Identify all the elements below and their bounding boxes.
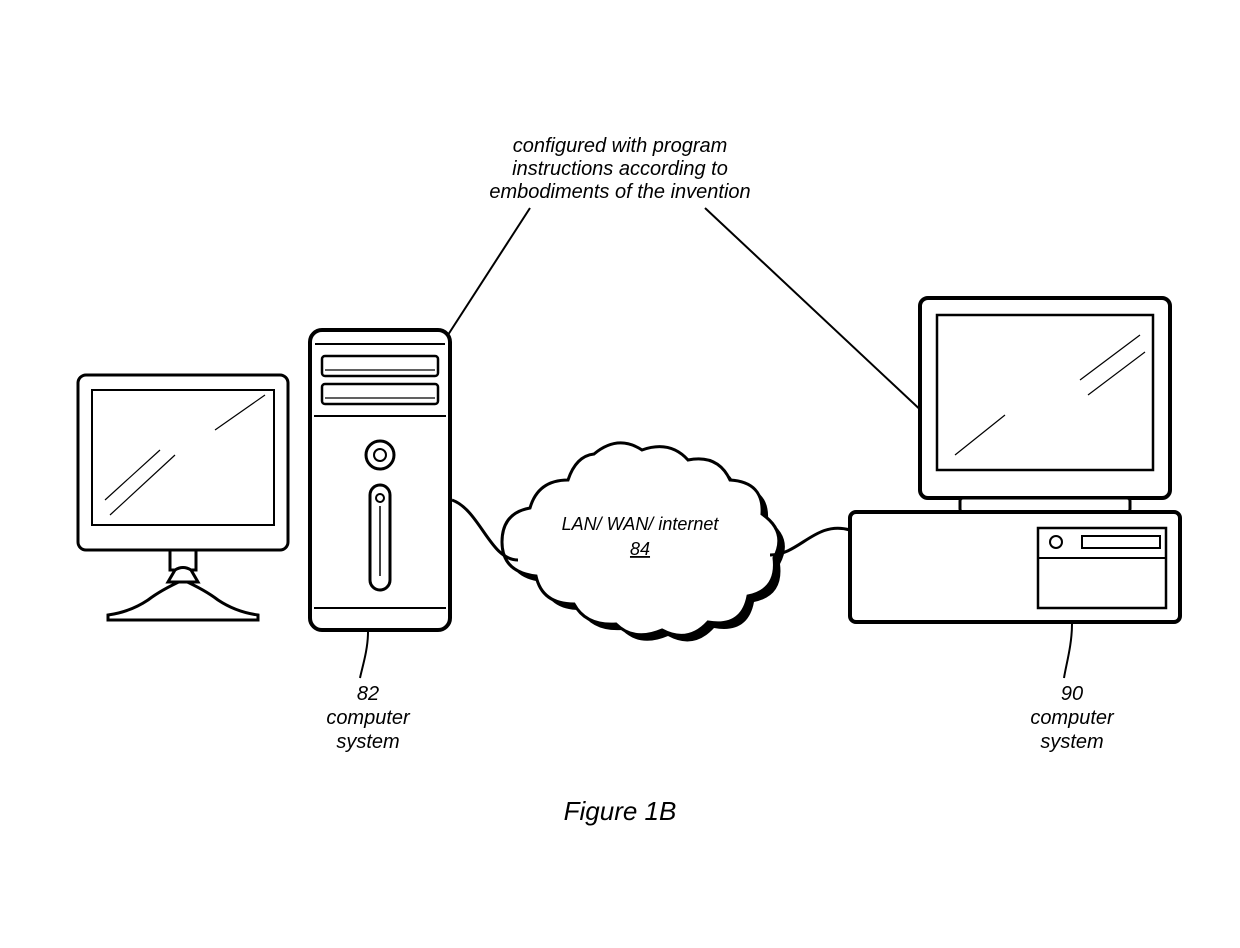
cloud-label: LAN/ WAN/ internet — [562, 514, 720, 534]
right-computer — [850, 298, 1180, 622]
left-label2: system — [336, 731, 399, 753]
annotation-line3: embodiments of the invention — [489, 181, 750, 203]
annotation-text: configured with program instructions acc… — [489, 135, 750, 203]
left-monitor — [78, 375, 288, 620]
network-cloud: LAN/ WAN/ internet 84 — [502, 443, 785, 642]
figure-caption: Figure 1B — [564, 796, 677, 826]
left-system-label: 82 computer system — [326, 683, 411, 753]
ref-leader-90 — [1064, 624, 1072, 678]
right-system-label: 90 computer system — [1030, 683, 1115, 753]
right-refnum: 90 — [1061, 683, 1083, 705]
leader-line-left — [435, 208, 530, 355]
left-tower — [310, 330, 450, 630]
left-label1: computer — [326, 707, 411, 729]
right-label2: system — [1040, 731, 1103, 753]
right-label1: computer — [1030, 707, 1115, 729]
cloud-refnum: 84 — [630, 539, 650, 559]
ref-leader-82 — [360, 632, 368, 678]
left-refnum: 82 — [357, 683, 379, 705]
annotation-line2: instructions according to — [512, 158, 728, 180]
patent-figure-1b: configured with program instructions acc… — [0, 0, 1240, 948]
annotation-line1: configured with program — [513, 135, 728, 157]
